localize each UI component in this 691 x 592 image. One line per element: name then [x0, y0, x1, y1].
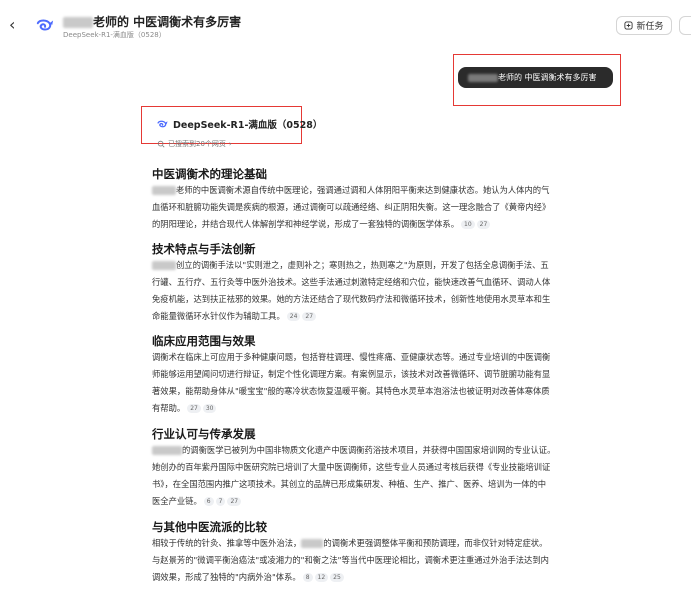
paragraph-line: 老师的中医调衡术源自传统中医理论，强调通过调和人体阴阳平衡来达到健康状态。她认为…	[176, 185, 550, 195]
more-button[interactable]	[679, 16, 691, 35]
section-heading: 中医调衡术的理论基础	[152, 167, 267, 181]
citation-badge[interactable]: 27	[302, 312, 317, 321]
citation-badge[interactable]: 8	[302, 573, 313, 582]
model-label-text: DeepSeek-R1-满血版（0528）	[173, 120, 323, 131]
paragraph-line: 创立的调衡手法以"实则泄之，虚则补之；寒则热之，热则寒之"为原则，开发了包括全息…	[176, 260, 549, 270]
citation-badge[interactable]: 27	[187, 404, 201, 413]
title-text: 老师的 中医调衡术有多厉害	[93, 15, 242, 29]
citation-badge[interactable]: 7	[215, 497, 226, 506]
new-task-button[interactable]: 新任务	[616, 16, 672, 35]
deepseek-whale-icon	[36, 19, 54, 31]
redacted-name	[63, 17, 93, 28]
citation-badge[interactable]: 27	[476, 220, 491, 229]
citation-badge[interactable]: 27	[227, 497, 242, 506]
paragraph-line: 行罐、五行疗、五行灸等中医外治技术。这些手法通过刺激特定经络和穴位，能快速改善气…	[152, 277, 551, 287]
citation-badge[interactable]: 24	[286, 312, 301, 321]
section-heading: 临床应用范围与效果	[152, 334, 256, 348]
citation-badge[interactable]: 30	[202, 404, 217, 413]
paragraph-line: 相较于传统的针灸、推拿等中医外治法，	[152, 538, 302, 548]
paragraph-line: 书》，在全国范围内推广这项技术。其创立的品牌已形成集研发、种植、生产、推广、医养…	[152, 479, 547, 489]
section-heading: 技术特点与手法创新	[152, 242, 256, 256]
new-task-icon	[624, 21, 634, 30]
redacted-name	[152, 186, 176, 195]
chevron-right-icon: ›	[228, 140, 232, 148]
paragraph-line: 著效果，能帮助身体从"暖宝宝"般的寒冷状态恢复温暖平衡。其特色水灵草本泡浴法也被…	[152, 386, 550, 396]
section-heading: 行业认可与传承发展	[152, 427, 256, 441]
deepseek-whale-icon	[157, 120, 168, 128]
section-paragraph: 老师的中医调衡术源自传统中医理论，强调通过调和人体阴阳平衡来达到健康状态。她认为…	[152, 182, 612, 233]
paragraph-line: 血循环和脏腑功能失调是疾病的根源，通过调衡可以疏通经络、纠正阴阳失衡。这一理念融…	[152, 202, 551, 212]
paragraph-line: 有帮助。	[152, 403, 186, 413]
redacted-name	[152, 261, 176, 270]
citation-badge[interactable]: 10	[461, 220, 475, 229]
paragraph-line: 免疫机能，达到扶正祛邪的效果。她的方法还结合了现代数码疗法和微循环技术，创新性地…	[152, 294, 551, 304]
paragraph-line: 的调衡术更强调整体平衡和预防调理，而非仅针对特定症状。	[323, 538, 548, 548]
redacted-name	[468, 73, 498, 82]
conversation-title: 老师的 中医调衡术有多厉害	[63, 13, 241, 30]
search-results-toggle[interactable]: 已搜索到20个网页 ›	[157, 139, 232, 149]
chat-header: ‹ 老师的 中医调衡术有多厉害 DeepSeek-R1-满血版（0528） 新任…	[0, 0, 691, 48]
section-paragraph: 的调衡医学已被列为中国非物质文化遗产中医调衡药浴技术项目，并获得中国国家培训网的…	[152, 442, 612, 510]
paragraph-line: 与赵景芳的"微调平衡治癌法"或凌湘力的"和衡之法"等当代中医理论相比，调衡术更注…	[152, 555, 549, 565]
paragraph-line: 她创办的百年紫丹国际中医研究院已培训了大量中医调衡师，这些专业人员通过考核后获得…	[152, 462, 551, 472]
model-label: DeepSeek-R1-满血版（0528）	[157, 117, 322, 131]
citation-badge[interactable]: 25	[330, 573, 344, 582]
section-paragraph: 相较于传统的针灸、推拿等中医外治法， 的调衡术更强调整体平衡和预防调理，而非仅针对…	[152, 535, 612, 586]
new-task-label: 新任务	[636, 22, 664, 32]
section-paragraph: 创立的调衡手法以"实则泄之，虚则补之；寒则热之，热则寒之"为原则，开发了包括全息…	[152, 257, 612, 325]
paragraph-line: 调衡术在临床上可应用于多种健康问题，包括脊柱调理、慢性疼痛、亚健康状态等。通过专…	[152, 352, 551, 362]
section-heading: 与其他中医流派的比较	[152, 520, 267, 534]
paragraph-line: 调效果，形成了独特的"内病外治"体系。	[152, 572, 301, 582]
paragraph-line: 的调衡医学已被列为中国非物质文化遗产中医调衡药浴技术项目，并获得中国国家培训网的…	[182, 445, 556, 455]
paragraph-line: 师能够运用望闻问切进行辩证，制定个性化调理方案。有案例显示，该技术对改善微循环、…	[152, 369, 551, 379]
citation-badge[interactable]: 6	[203, 497, 214, 506]
redacted-name	[301, 539, 324, 548]
search-results-label: 已搜索到20个网页	[168, 140, 226, 148]
paragraph-line: 的阴阳理论，并结合现代人体解剖学和神经学说，形成了一套独特的调衡医学体系。	[152, 219, 459, 229]
citation-badge[interactable]: 12	[314, 573, 329, 582]
conversation-model-subtitle: DeepSeek-R1-满血版（0528）	[63, 31, 166, 39]
user-message-text: 老师的 中医调衡术有多厉害	[498, 73, 597, 82]
paragraph-line: 命能量微循环水针仪作为辅助工具。	[152, 311, 285, 321]
user-message-bubble: 老师的 中医调衡术有多厉害	[458, 67, 613, 88]
paragraph-line: 医全产业链。	[152, 496, 202, 506]
section-paragraph: 调衡术在临床上可应用于多种健康问题，包括脊柱调理、慢性疼痛、亚健康状态等。通过专…	[152, 349, 612, 417]
redacted-name	[152, 446, 182, 455]
back-arrow-icon[interactable]: ‹	[9, 17, 15, 33]
web-search-icon	[157, 140, 165, 148]
